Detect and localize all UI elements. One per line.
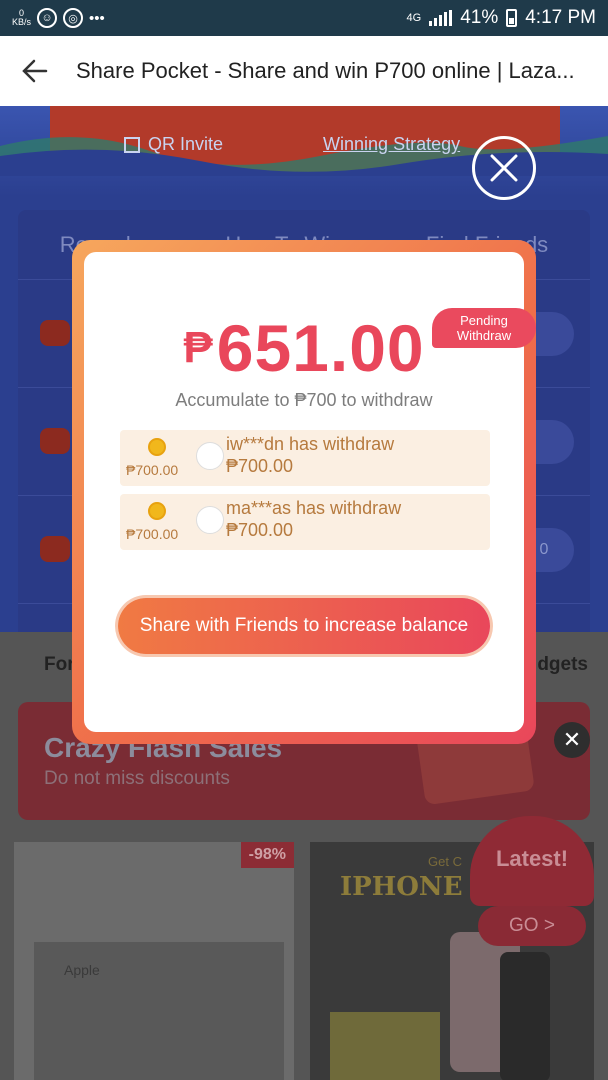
gift-icon — [40, 320, 70, 346]
back-button[interactable] — [20, 56, 50, 86]
avatar — [196, 506, 224, 534]
latest-badge[interactable]: Latest! GO > — [470, 816, 594, 946]
withdraw-feed-item: ₱700.00 ma***as has withdraw ₱700.00 — [120, 494, 490, 550]
close-icon — [490, 154, 518, 182]
network-type: 4G — [406, 12, 422, 24]
apple-label: Apple — [64, 962, 100, 978]
battery-icon — [506, 9, 518, 27]
avatar — [196, 442, 224, 470]
gift-icon — [40, 536, 70, 562]
discount-badge: -98% — [240, 842, 294, 868]
flash-subtitle: Do not miss discounts — [44, 768, 230, 789]
product-card-apple[interactable]: -98% Apple — [14, 842, 294, 1080]
close-modal-button[interactable] — [472, 136, 536, 200]
status-bar: 0 KB/s ☺ ◎ ••• 4G 41% 4:17 PM — [0, 0, 608, 36]
account-icon: ☺ — [37, 8, 58, 28]
network-speed: 0 KB/s — [12, 9, 31, 27]
go-button[interactable]: GO > — [478, 906, 586, 946]
status-badge: Pending Withdraw — [432, 308, 536, 348]
qr-invite-link[interactable]: QR Invite — [124, 134, 223, 155]
speed-unit: KB/s — [12, 17, 32, 27]
close-banner-button[interactable]: ✕ — [554, 722, 590, 758]
more-notifications-icon: ••• — [89, 9, 105, 27]
accumulate-text: Accumulate to ₱700 to withdraw — [175, 390, 433, 410]
arrow-left-icon — [22, 59, 48, 83]
gift-icon — [40, 428, 70, 454]
balance-value: 651.00 — [216, 311, 425, 385]
signal-icon — [429, 10, 453, 26]
winning-strategy-link[interactable]: Winning Strategy — [323, 134, 460, 155]
coin-icon — [148, 502, 166, 520]
currency-symbol: ₱ — [183, 323, 213, 372]
share-with-friends-button[interactable]: Share with Friends to increase balance — [118, 598, 490, 654]
clock: 4:17 PM — [525, 7, 596, 28]
app-bar: Share Pocket - Share and win P700 online… — [0, 36, 608, 106]
reward-modal: ₱651.00 Pending Withdraw Accumulate to ₱… — [72, 240, 536, 744]
section-label-gadgets: dgets — [537, 654, 588, 675]
section-label-for: For — [44, 654, 75, 675]
sync-icon: ◎ — [63, 8, 84, 28]
coin-icon — [148, 438, 166, 456]
page-title: Share Pocket - Share and win P700 online… — [76, 58, 575, 83]
qr-icon — [124, 136, 140, 153]
battery-percent: 41% — [460, 7, 499, 28]
withdraw-feed-item: ₱700.00 iw***dn has withdraw ₱700.00 — [120, 430, 490, 486]
latest-label: Latest! — [470, 816, 594, 906]
get-label: Get C — [428, 854, 462, 869]
